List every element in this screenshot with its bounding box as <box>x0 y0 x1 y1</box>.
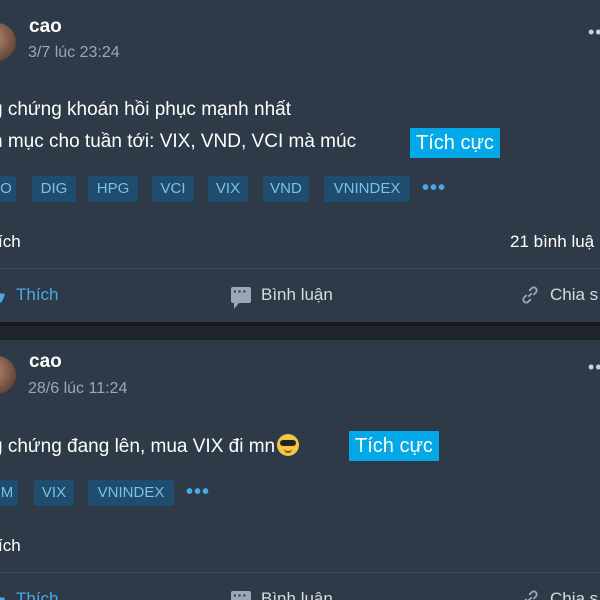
tag-chip[interactable]: VND <box>263 176 309 202</box>
share-button[interactable]: Chia s <box>520 285 598 305</box>
sentiment-badge: Tích cực <box>410 128 500 158</box>
post-text-line: g chứng khoán hồi phục mạnh nhất <box>0 99 291 120</box>
post-text-line: g chứng đang lên, mua VIX đi mn <box>0 434 300 458</box>
tag-chip[interactable]: VIX <box>34 480 74 506</box>
post-separator <box>0 322 600 340</box>
post-card: cao 28/6 lúc 11:24 ••• g chứng đang lên,… <box>0 340 600 600</box>
like-label: Thích <box>16 589 59 600</box>
tag-chip[interactable]: VCI <box>152 176 194 202</box>
post-timestamp[interactable]: 3/7 lúc 23:24 <box>28 44 120 62</box>
comment-label: Bình luận <box>261 285 333 304</box>
more-options-icon[interactable]: ••• <box>588 357 600 378</box>
comment-icon <box>231 283 251 309</box>
tag-chip[interactable]: HPG <box>88 176 138 202</box>
share-icon <box>522 286 538 304</box>
comments-count[interactable]: 21 bình luậ <box>510 232 594 252</box>
more-options-icon[interactable]: ••• <box>588 22 600 43</box>
share-icon <box>524 590 538 600</box>
share-label: Chia s <box>550 285 599 304</box>
like-button[interactable]: Thích <box>0 285 59 305</box>
sentiment-badge: Tích cực <box>349 431 439 461</box>
divider <box>0 572 600 573</box>
author-name[interactable]: cao <box>29 16 62 38</box>
sunglasses-emoji-icon <box>277 434 300 456</box>
more-tags-icon[interactable]: ••• <box>186 481 210 504</box>
comment-label: Bình luận <box>261 589 333 600</box>
comment-button[interactable]: Bình luận <box>231 283 333 309</box>
tag-chip[interactable]: O <box>0 176 16 202</box>
post-timestamp[interactable]: 28/6 lúc 11:24 <box>28 380 127 398</box>
like-label: Thích <box>16 285 59 304</box>
post-card: cao 3/7 lúc 23:24 ••• g chứng khoán hồi … <box>0 0 600 322</box>
more-tags-icon[interactable]: ••• <box>422 177 446 200</box>
comment-button[interactable]: Bình luận <box>231 587 333 600</box>
tag-chip[interactable]: VNINDEX <box>88 480 174 506</box>
tag-chip[interactable]: VIX <box>208 176 248 202</box>
avatar[interactable] <box>0 23 16 61</box>
share-label: Chia s <box>550 589 599 600</box>
like-button[interactable]: Thích <box>0 589 59 600</box>
divider <box>0 268 600 269</box>
tag-chip[interactable]: M <box>0 480 18 506</box>
likes-count[interactable]: ích <box>0 536 21 556</box>
thumbs-up-icon <box>0 289 5 303</box>
avatar[interactable] <box>0 356 16 394</box>
comment-icon <box>231 587 251 600</box>
thumbs-up-icon <box>0 593 5 600</box>
likes-count[interactable]: ích <box>0 232 21 252</box>
tag-chip[interactable]: VNINDEX <box>324 176 410 202</box>
tag-chip[interactable]: DIG <box>32 176 76 202</box>
author-name[interactable]: cao <box>29 351 62 373</box>
post-text-line: h mục cho tuần tới: VIX, VND, VCI mà múc <box>0 131 357 152</box>
post-text: g chứng đang lên, mua VIX đi mn <box>0 436 276 457</box>
share-button[interactable]: Chia s <box>520 589 598 600</box>
